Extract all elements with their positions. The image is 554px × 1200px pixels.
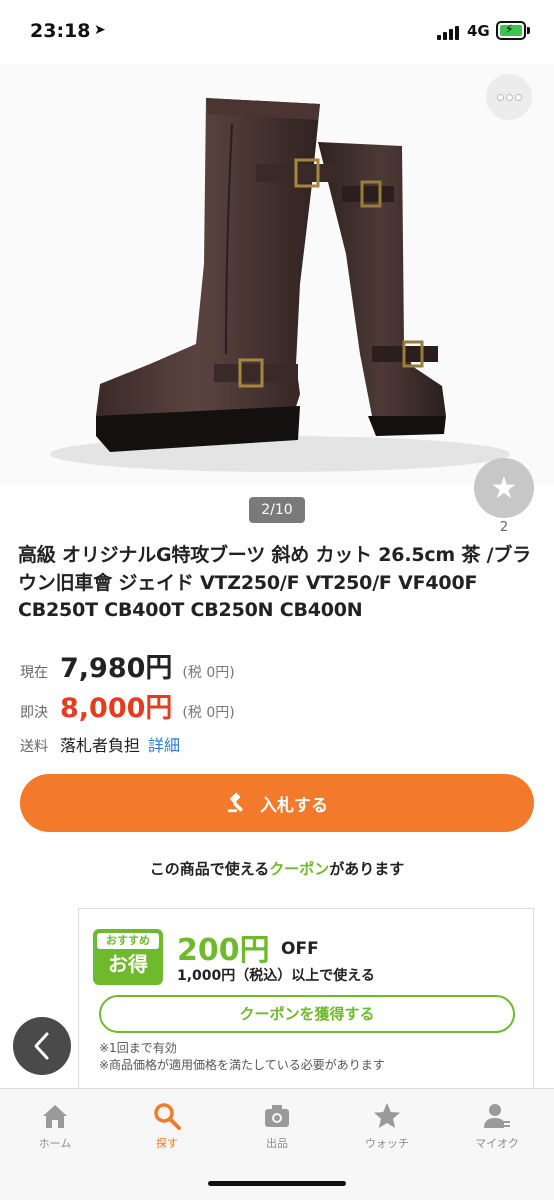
battery-icon (496, 21, 526, 40)
chevron-left-icon (34, 1032, 49, 1060)
more-options-button[interactable] (486, 74, 532, 120)
coupon-card: おすすめ お得 200円 OFF 1,000円（税込）以上で使える クーポンを獲… (78, 908, 534, 1088)
watch-button[interactable]: ★ (474, 458, 534, 518)
tab-my-auction[interactable]: マイオク (457, 1101, 537, 1151)
signal-icon (437, 26, 461, 40)
coupon-amount: 200円 (177, 933, 270, 968)
gavel-icon (227, 792, 243, 813)
item-title: 高級 オリジナルG特攻ブーツ 斜め カット 26.5cm 茶 /ブラウン旧車會 … (18, 544, 531, 621)
buyout-price-tax: (税 0円) (182, 705, 235, 721)
network-type: 4G (467, 22, 490, 40)
buyout-price-label: 即決 (20, 705, 48, 721)
coupon-off: OFF (281, 939, 319, 959)
status-bar: 23:18 ➤ 4G (0, 0, 554, 64)
boots-image (50, 98, 510, 472)
star-icon (374, 1103, 400, 1128)
search-icon (154, 1103, 181, 1130)
tab-search[interactable]: 探す (127, 1101, 207, 1151)
status-time: 23:18 (30, 20, 91, 42)
current-price-value: 7,980円 (60, 653, 173, 684)
location-arrow-icon: ➤ (94, 22, 106, 38)
photo-page-indicator: 2/10 (249, 497, 305, 523)
tab-sell[interactable]: 出品 (237, 1101, 317, 1151)
shipping-value: 落札者負担 (60, 736, 141, 755)
watch-count: 2 (499, 520, 509, 535)
back-button[interactable] (13, 1017, 71, 1075)
bid-button-label: 入札する (260, 795, 328, 816)
current-price-label: 現在 (20, 665, 48, 681)
shipping-detail-link[interactable]: 詳細 (148, 732, 180, 756)
tab-home[interactable]: ホーム (15, 1101, 95, 1151)
tab-watch[interactable]: ウォッチ (347, 1101, 427, 1151)
current-price-row: 現在 7,980円 (税 0円) (20, 646, 235, 685)
get-coupon-button[interactable]: クーポンを獲得する (99, 995, 515, 1033)
shipping-row: 送料 落札者負担 詳細 (20, 732, 180, 756)
coupon-condition: 1,000円（税込）以上で使える (177, 968, 375, 984)
current-price-tax: (税 0円) (182, 665, 235, 681)
user-icon (484, 1104, 510, 1128)
coupon-badge: おすすめ お得 (93, 929, 163, 985)
coupon-fine-print-2: ※商品価格が適用価格を満たしている必要があります (99, 1058, 385, 1072)
home-indicator (208, 1181, 346, 1186)
shipping-label: 送料 (20, 739, 48, 755)
buyout-price-value: 8,000円 (60, 693, 173, 724)
home-icon (43, 1105, 67, 1128)
buyout-price-row: 即決 8,000円 (税 0円) (20, 686, 235, 725)
star-icon: ★ (490, 470, 518, 506)
coupon-note: この商品で使えるクーポンがあります (149, 860, 405, 878)
coupon-fine-print-1: ※1回まで有効 (99, 1041, 177, 1055)
bid-button[interactable]: 入札する (20, 774, 534, 832)
camera-icon (265, 1105, 289, 1127)
product-photo[interactable] (0, 64, 554, 484)
